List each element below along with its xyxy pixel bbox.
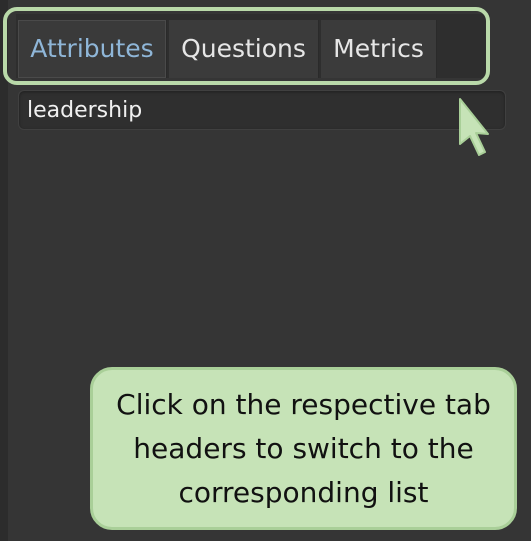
tab-attributes[interactable]: Attributes [18, 20, 167, 78]
attribute-list: leadership [18, 90, 506, 130]
list-item[interactable]: leadership [27, 91, 142, 131]
pointer-arrow-icon [459, 98, 489, 156]
tab-metrics[interactable]: Metrics [321, 20, 437, 78]
tip-callout: Click on the respective tab headers to s… [90, 367, 517, 530]
tab-questions[interactable]: Questions [169, 20, 319, 78]
callout-text: Click on the respective tab headers to s… [116, 387, 491, 509]
app-panel: Attributes Questions Metrics leadership … [0, 0, 531, 541]
panel-edge [0, 0, 8, 541]
tab-bar: Attributes Questions Metrics [16, 14, 490, 78]
